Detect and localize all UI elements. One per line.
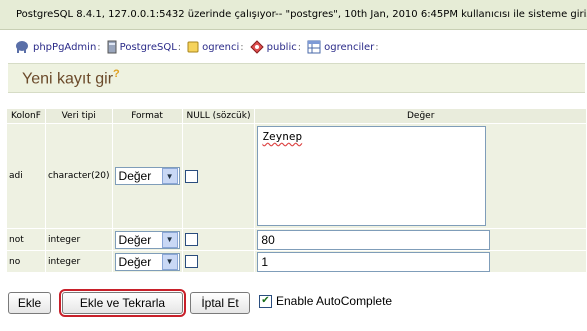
crumb-public[interactable]: public: bbox=[249, 40, 301, 54]
crumb-label: ogrenci bbox=[202, 41, 240, 53]
table-row: adi character(20) Değer ▼ Zeynep bbox=[6, 123, 587, 229]
insert-row-table: KolonF Veri tipi Format NULL (sözcük) De… bbox=[6, 108, 587, 273]
crumb-postgresql[interactable]: PostgreSQL: bbox=[107, 40, 181, 54]
table-row: no integer Değer ▼ 1 bbox=[6, 250, 587, 273]
column-type: integer bbox=[44, 228, 113, 251]
database-icon bbox=[187, 41, 199, 53]
help-icon[interactable]: ? bbox=[113, 68, 120, 80]
format-select[interactable]: Değer ▼ bbox=[114, 167, 180, 185]
cancel-button[interactable]: İptal Et bbox=[190, 292, 250, 314]
col-header-type: Veri tipi bbox=[44, 108, 113, 124]
chevron-down-icon: ▼ bbox=[161, 253, 178, 270]
autocomplete-option[interactable]: ✔ Enable AutoComplete bbox=[259, 294, 392, 308]
col-header-value: Değer bbox=[254, 108, 587, 124]
null-checkbox[interactable] bbox=[184, 169, 198, 183]
crumb-label: public bbox=[266, 41, 297, 53]
autocomplete-label: Enable AutoComplete bbox=[276, 294, 393, 308]
elephant-icon bbox=[16, 41, 28, 53]
status-text: PostgreSQL 8.4.1, 127.0.0.1:5432 üzerind… bbox=[16, 9, 587, 20]
insert-and-repeat-button[interactable]: Ekle ve Tekrarla bbox=[59, 289, 186, 317]
crumb-phppgadmin[interactable]: phpPgAdmin: bbox=[14, 40, 101, 54]
col-header-format: Format bbox=[111, 108, 183, 124]
crumb-ogrenciler[interactable]: ogrenciler: bbox=[307, 40, 379, 54]
schema-icon bbox=[249, 40, 264, 54]
value-textarea[interactable]: Zeynep bbox=[257, 126, 487, 226]
value-input[interactable]: 1 bbox=[257, 251, 491, 272]
column-name: not bbox=[6, 228, 46, 251]
crumb-label: PostgreSQL bbox=[119, 41, 177, 53]
chevron-down-icon: ▼ bbox=[161, 231, 178, 248]
chevron-down-icon: ▼ bbox=[161, 168, 178, 184]
column-name: no bbox=[6, 250, 46, 273]
format-select[interactable]: Değer ▼ bbox=[114, 252, 180, 271]
col-header-null: NULL (sözcük) bbox=[181, 108, 256, 124]
page-title-bar: Yeni kayıt gir? bbox=[8, 63, 585, 93]
column-type: character(20) bbox=[44, 123, 113, 229]
table-row: not integer Değer ▼ 80 bbox=[6, 228, 587, 251]
null-checkbox[interactable] bbox=[184, 233, 198, 246]
value-input[interactable]: 80 bbox=[257, 229, 491, 250]
crumb-label: phpPgAdmin bbox=[33, 41, 97, 53]
crumb-ogrenci[interactable]: ogrenci: bbox=[187, 40, 244, 54]
breadcrumb: phpPgAdmin: PostgreSQL: ogrenci: public:… bbox=[14, 37, 385, 57]
column-type: integer bbox=[44, 250, 113, 273]
crumb-label: ogrenciler bbox=[324, 41, 375, 53]
page-title: Yeni kayıt gir? bbox=[22, 68, 120, 88]
server-icon bbox=[107, 40, 117, 54]
format-select[interactable]: Değer ▼ bbox=[114, 230, 180, 249]
table-icon bbox=[307, 40, 321, 54]
autocomplete-checkbox[interactable]: ✔ bbox=[259, 294, 272, 308]
status-bar: PostgreSQL 8.4.1, 127.0.0.1:5432 üzerind… bbox=[0, 0, 587, 30]
col-header-column: KolonF bbox=[6, 108, 46, 124]
insert-button[interactable]: Ekle bbox=[8, 292, 51, 314]
null-checkbox[interactable] bbox=[184, 255, 198, 268]
column-name: adi bbox=[6, 123, 46, 229]
